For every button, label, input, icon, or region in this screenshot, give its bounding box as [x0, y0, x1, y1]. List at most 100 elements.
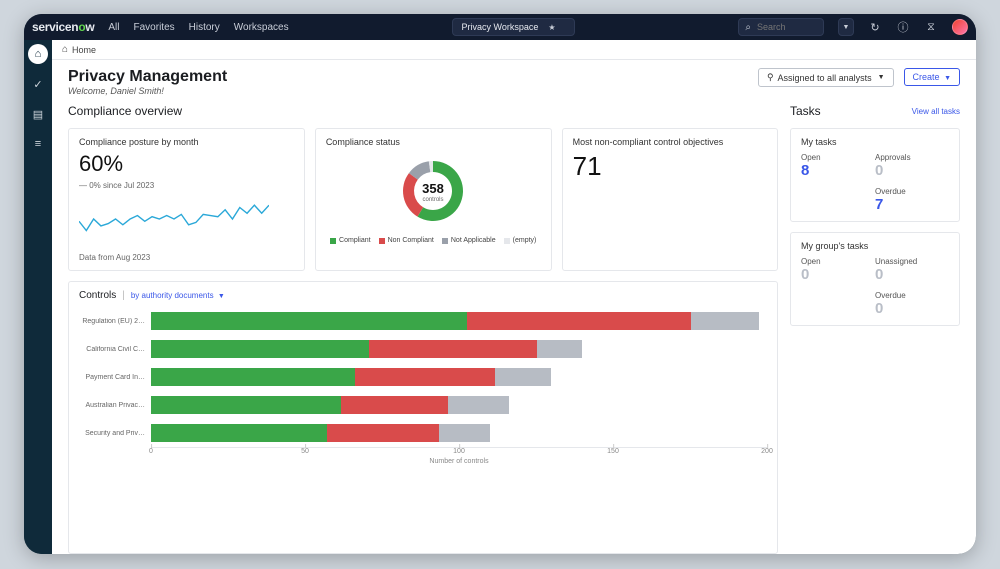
bar-label: Payment Card In…	[79, 374, 151, 381]
chevron-down-icon: ▼	[944, 75, 951, 82]
svg-text:controls: controls	[423, 197, 444, 203]
card-compliance-status: Compliance status 358controls CompliantN…	[315, 128, 552, 271]
group-open-value[interactable]: 0	[801, 266, 875, 283]
refresh-icon[interactable]: ↻	[868, 21, 882, 34]
bar-label: Australian Privac…	[79, 402, 151, 409]
posture-sparkline	[79, 196, 269, 242]
bar-segment[interactable]	[691, 312, 758, 330]
bar-row: California Civil C…	[79, 335, 767, 363]
status-legend: CompliantNon CompliantNot Applicable(emp…	[330, 237, 536, 244]
noncompliant-value: 71	[573, 151, 767, 182]
legend-item: Non Compliant	[379, 237, 434, 244]
my-overdue-label: Overdue	[875, 187, 949, 196]
status-donut: 358controls	[378, 151, 488, 231]
my-tasks-title: My tasks	[801, 137, 949, 147]
bar-track	[151, 424, 767, 442]
bar-segment[interactable]	[151, 424, 327, 442]
rail-check-icon[interactable]: ✓	[28, 74, 48, 94]
rail-list-icon[interactable]: ≡	[28, 134, 48, 154]
assigned-filter-button[interactable]: ⚲ Assigned to all analysts ▼	[758, 68, 894, 87]
bar-segment[interactable]	[151, 368, 355, 386]
legend-item: (empty)	[504, 237, 537, 244]
bar-label: California Civil C…	[79, 346, 151, 353]
rail-clipboard-icon[interactable]: ▤	[28, 104, 48, 124]
page-header: Privacy Management Welcome, Daniel Smith…	[52, 60, 976, 100]
posture-data-from: Data from Aug 2023	[79, 253, 294, 262]
bar-segment[interactable]	[369, 340, 537, 358]
noncompliant-title: Most non-compliant control objectives	[573, 137, 767, 147]
bar-segment[interactable]	[355, 368, 495, 386]
rail-home-icon[interactable]: ⌂	[28, 44, 48, 64]
axis-label: Number of controls	[429, 458, 488, 465]
posture-delta: — 0% since Jul 2023	[79, 181, 294, 190]
posture-title: Compliance posture by month	[79, 137, 294, 147]
card-noncompliant-objectives: Most non-compliant control objectives 71	[562, 128, 778, 271]
nav-history[interactable]: History	[189, 22, 220, 33]
x-axis: 050100150200Number of controls	[151, 447, 767, 467]
axis-tick: 50	[301, 448, 309, 455]
bar-segment[interactable]	[439, 424, 489, 442]
bar-segment[interactable]	[327, 424, 439, 442]
device-frame: servicenow All Favorites History Workspa…	[24, 14, 976, 554]
controls-bars: Regulation (EU) 2… California Civil C… Pay…	[79, 307, 767, 545]
view-all-tasks-link[interactable]: View all tasks	[912, 107, 960, 116]
bar-segment[interactable]	[537, 340, 582, 358]
search-box[interactable]: ⌕	[738, 18, 824, 36]
group-open-label: Open	[801, 257, 875, 266]
create-button[interactable]: Create ▼	[904, 68, 960, 86]
bar-label: Regulation (EU) 2…	[79, 318, 151, 325]
breadcrumb: ⌂ Home	[52, 40, 976, 60]
bar-segment[interactable]	[151, 340, 369, 358]
my-approvals-label: Approvals	[875, 153, 949, 162]
axis-tick: 0	[149, 448, 153, 455]
posture-value: 60%	[79, 151, 294, 177]
my-overdue-value[interactable]: 7	[875, 196, 949, 213]
welcome-text: Welcome, Daniel Smith!	[68, 86, 227, 96]
bar-segment[interactable]	[495, 368, 551, 386]
nav-all[interactable]: All	[108, 22, 119, 33]
bar-row: Security and Priv…	[79, 419, 767, 447]
user-avatar[interactable]	[952, 19, 968, 35]
bar-segment[interactable]	[151, 312, 467, 330]
bar-track	[151, 396, 767, 414]
app-frame: ⌂ Home Privacy Management Welcome, Danie…	[52, 40, 976, 554]
chevron-down-icon: ▼	[218, 293, 225, 300]
workspace-pill[interactable]: Privacy Workspace	[452, 18, 574, 36]
bar-row: Australian Privac…	[79, 391, 767, 419]
group-tasks-title: My group's tasks	[801, 241, 949, 251]
help-icon[interactable]: ⓘ	[896, 19, 910, 35]
bar-label: Security and Priv…	[79, 430, 151, 437]
bar-row: Regulation (EU) 2…	[79, 307, 767, 335]
axis-tick: 100	[453, 448, 465, 455]
search-scope-dropdown[interactable]: ▼	[838, 18, 854, 36]
bar-segment[interactable]	[151, 396, 341, 414]
card-controls: Controls | by authority documents ▼ Regu…	[68, 281, 778, 554]
group-unassigned-value[interactable]: 0	[875, 266, 949, 283]
bar-segment[interactable]	[448, 396, 510, 414]
nav-favorites[interactable]: Favorites	[134, 22, 175, 33]
search-icon: ⌕	[745, 22, 751, 33]
chevron-down-icon: ▼	[878, 74, 885, 81]
controls-groupby-link[interactable]: by authority documents ▼	[131, 291, 225, 300]
card-my-tasks: My tasks Open 8 Approvals 0	[790, 128, 960, 222]
my-approvals-value[interactable]: 0	[875, 162, 949, 179]
axis-tick: 200	[761, 448, 773, 455]
left-rail: ⌂ ✓ ▤ ≡	[24, 40, 52, 554]
group-overdue-label: Overdue	[875, 291, 949, 300]
top-bar: servicenow All Favorites History Workspa…	[24, 14, 976, 40]
home-icon[interactable]: ⌂	[62, 44, 68, 55]
my-open-value[interactable]: 8	[801, 162, 875, 179]
notifications-icon[interactable]: ⧖	[924, 21, 938, 34]
bar-segment[interactable]	[467, 312, 691, 330]
page-title: Privacy Management	[68, 68, 227, 86]
card-group-tasks: My group's tasks Open 0 Unassigned 0	[790, 232, 960, 326]
search-input[interactable]	[757, 22, 817, 32]
workspace-label: Privacy Workspace	[461, 22, 538, 32]
group-overdue-value[interactable]: 0	[875, 300, 949, 317]
nav-workspaces[interactable]: Workspaces	[234, 22, 289, 33]
my-open-label: Open	[801, 153, 875, 162]
bar-segment[interactable]	[341, 396, 447, 414]
status-title: Compliance status	[326, 137, 541, 147]
svg-text:358: 358	[422, 181, 444, 196]
breadcrumb-home[interactable]: Home	[72, 45, 96, 55]
